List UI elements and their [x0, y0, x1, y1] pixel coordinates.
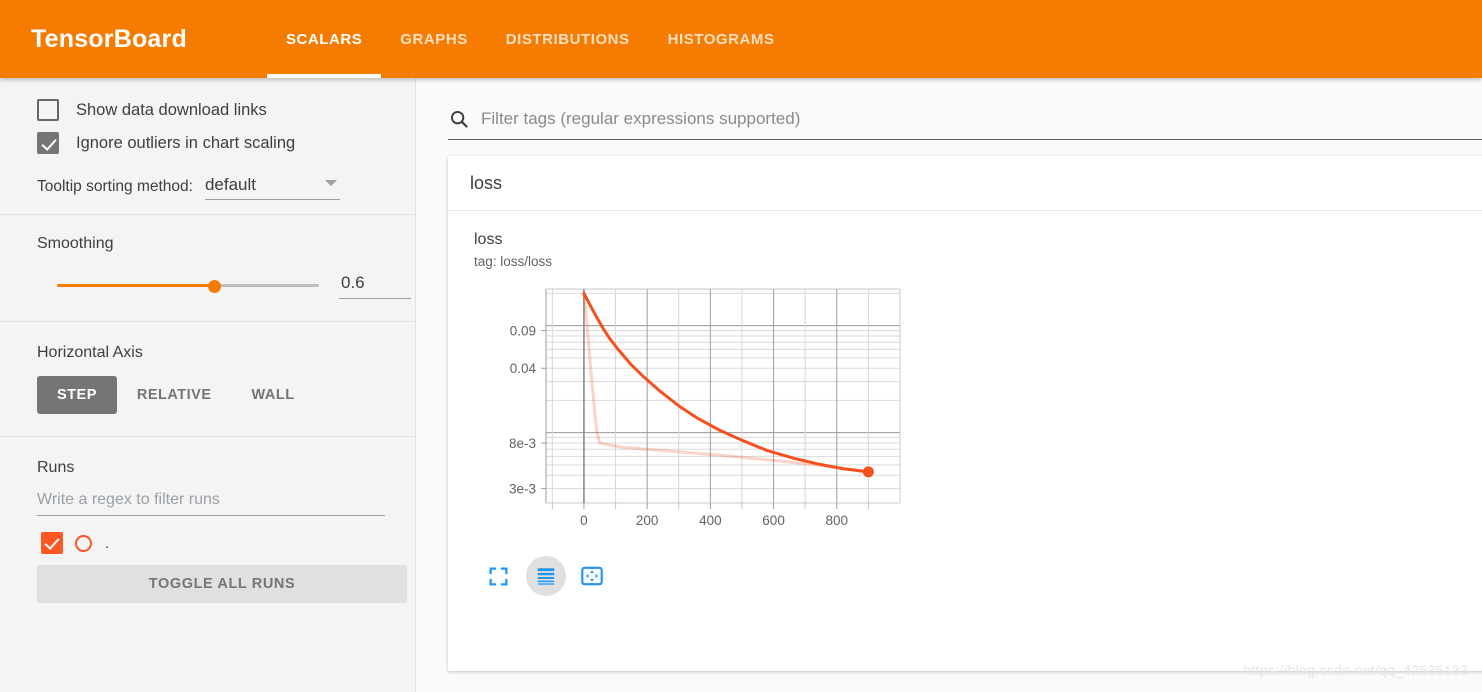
app-header: TensorBoard SCALARS GRAPHS DISTRIBUTIONS… — [0, 0, 1482, 78]
ytick-label: 0.04 — [510, 361, 537, 376]
run-list-item[interactable]: . — [0, 516, 415, 554]
search-icon — [448, 108, 470, 130]
smoothing-value-input[interactable]: 0.6 — [339, 273, 411, 299]
card-group-header[interactable]: loss — [448, 156, 1482, 211]
runs-filter-input[interactable]: Write a regex to filter runs — [37, 491, 385, 516]
tab-distributions-label: DISTRIBUTIONS — [505, 30, 630, 48]
show-download-links-checkbox[interactable] — [37, 99, 59, 121]
tab-graphs-label: GRAPHS — [400, 30, 468, 48]
run-color-circle-icon — [75, 534, 92, 552]
axis-button-wall-label: WALL — [251, 387, 295, 403]
chart-series-line — [582, 291, 870, 474]
ignore-outliers-row[interactable]: Ignore outliers in chart scaling — [0, 124, 415, 157]
smoothing-row: 0.6 — [0, 273, 415, 299]
ignore-outliers-label: Ignore outliers in chart scaling — [76, 133, 296, 152]
ytick-label: 8e-3 — [509, 436, 536, 451]
app-body: Show data download links Ignore outliers… — [0, 78, 1482, 692]
loss-chart-svg: 0.09 0.04 8e-3 3e-3 0 200 400 600 800 — [509, 288, 901, 528]
horizontal-axis-title: Horizontal Axis — [37, 344, 143, 361]
expand-chart-button[interactable] — [478, 556, 518, 596]
scalar-card: loss loss tag: loss/loss 0.09 0.04 8e-3 3e-… — [448, 156, 1482, 671]
toggle-all-runs-button[interactable]: TOGGLE ALL RUNS — [37, 565, 407, 603]
chart-tag-label: tag: loss/loss — [474, 254, 553, 269]
xtick-label: 800 — [826, 513, 849, 528]
card-group-title: loss — [470, 172, 503, 193]
tooltip-sorting-label: Tooltip sorting method: — [37, 178, 193, 195]
run-checkbox[interactable] — [41, 532, 63, 554]
ignore-outliers-checkbox[interactable] — [37, 132, 59, 154]
tensorboard-app: TensorBoard SCALARS GRAPHS DISTRIBUTIONS… — [0, 0, 1482, 692]
tag-filter-input[interactable]: Filter tags (regular expressions support… — [481, 109, 800, 129]
slider-thumb[interactable] — [208, 280, 222, 293]
tab-scalars-label: SCALARS — [285, 30, 363, 48]
axis-button-step[interactable]: STEP — [37, 376, 117, 414]
toggle-y-axis-log-icon — [533, 563, 559, 589]
main-tabs: SCALARS GRAPHS DISTRIBUTIONS HISTOGRAMS — [266, 0, 794, 78]
card-body: loss tag: loss/loss 0.09 0.04 8e-3 3e-3 0 200… — [448, 211, 1482, 671]
runs-section: Runs Write a regex to filter runs . TOGG… — [0, 437, 415, 617]
tab-distributions[interactable]: DISTRIBUTIONS — [487, 0, 649, 78]
axis-button-relative[interactable]: RELATIVE — [117, 376, 232, 414]
tooltip-sorting-row: Tooltip sorting method: default — [0, 157, 415, 200]
xtick-label: 400 — [699, 513, 722, 528]
tag-filter-bar: Filter tags (regular expressions support… — [448, 98, 1482, 140]
slider-fill — [57, 284, 215, 287]
xtick-label: 200 — [636, 513, 659, 528]
runs-title: Runs — [37, 459, 75, 476]
show-download-links-label: Show data download links — [76, 100, 267, 119]
tooltip-sorting-select[interactable]: default — [204, 175, 340, 200]
xtick-label: 0 — [580, 513, 588, 528]
axis-button-relative-label: RELATIVE — [136, 387, 212, 403]
ytick-label: 0.09 — [510, 324, 536, 339]
fit-domain-to-data-button[interactable] — [572, 556, 612, 596]
run-name-label: . — [105, 534, 110, 552]
chevron-down-icon — [324, 180, 337, 186]
chart-data-point-marker — [862, 466, 874, 478]
tab-histograms[interactable]: HISTOGRAMS — [649, 0, 794, 78]
toggle-y-axis-log-button[interactable] — [526, 556, 566, 596]
expand-chart-icon — [485, 563, 511, 589]
axis-button-wall[interactable]: WALL — [232, 376, 315, 414]
smoothing-slider[interactable] — [57, 277, 319, 295]
tab-graphs[interactable]: GRAPHS — [381, 0, 486, 78]
smoothing-section: Smoothing 0.6 — [0, 215, 415, 321]
tab-scalars[interactable]: SCALARS — [266, 0, 382, 78]
ytick-label: 3e-3 — [509, 482, 536, 497]
tab-histograms-label: HISTOGRAMS — [667, 30, 775, 48]
settings-sidebar: Show data download links Ignore outliers… — [0, 78, 416, 692]
watermark-text: https://blog.csdn.net/qq_42535133 — [1243, 662, 1468, 678]
horizontal-axis-buttons: STEP RELATIVE WALL — [0, 376, 415, 414]
chart-series-line — [582, 291, 870, 474]
show-download-links-row[interactable]: Show data download links — [0, 96, 415, 124]
toggle-all-runs-label: TOGGLE ALL RUNS — [148, 576, 296, 592]
tooltip-sorting-value: default — [204, 175, 256, 194]
chart-title: loss — [474, 231, 503, 248]
smoothing-title: Smoothing — [37, 235, 114, 252]
xtick-label: 600 — [762, 513, 785, 528]
loss-line-chart[interactable]: 0.09 0.04 8e-3 3e-3 0 200 400 600 800 — [474, 281, 914, 541]
app-brand: TensorBoard — [31, 24, 187, 53]
chart-toolbar — [478, 556, 612, 596]
main-panel: Filter tags (regular expressions support… — [416, 78, 1482, 692]
display-options-section: Show data download links Ignore outliers… — [0, 78, 415, 214]
axis-button-step-label: STEP — [57, 387, 97, 403]
fit-domain-to-data-icon — [579, 563, 605, 589]
horizontal-axis-section: Horizontal Axis STEP RELATIVE WALL — [0, 322, 415, 436]
